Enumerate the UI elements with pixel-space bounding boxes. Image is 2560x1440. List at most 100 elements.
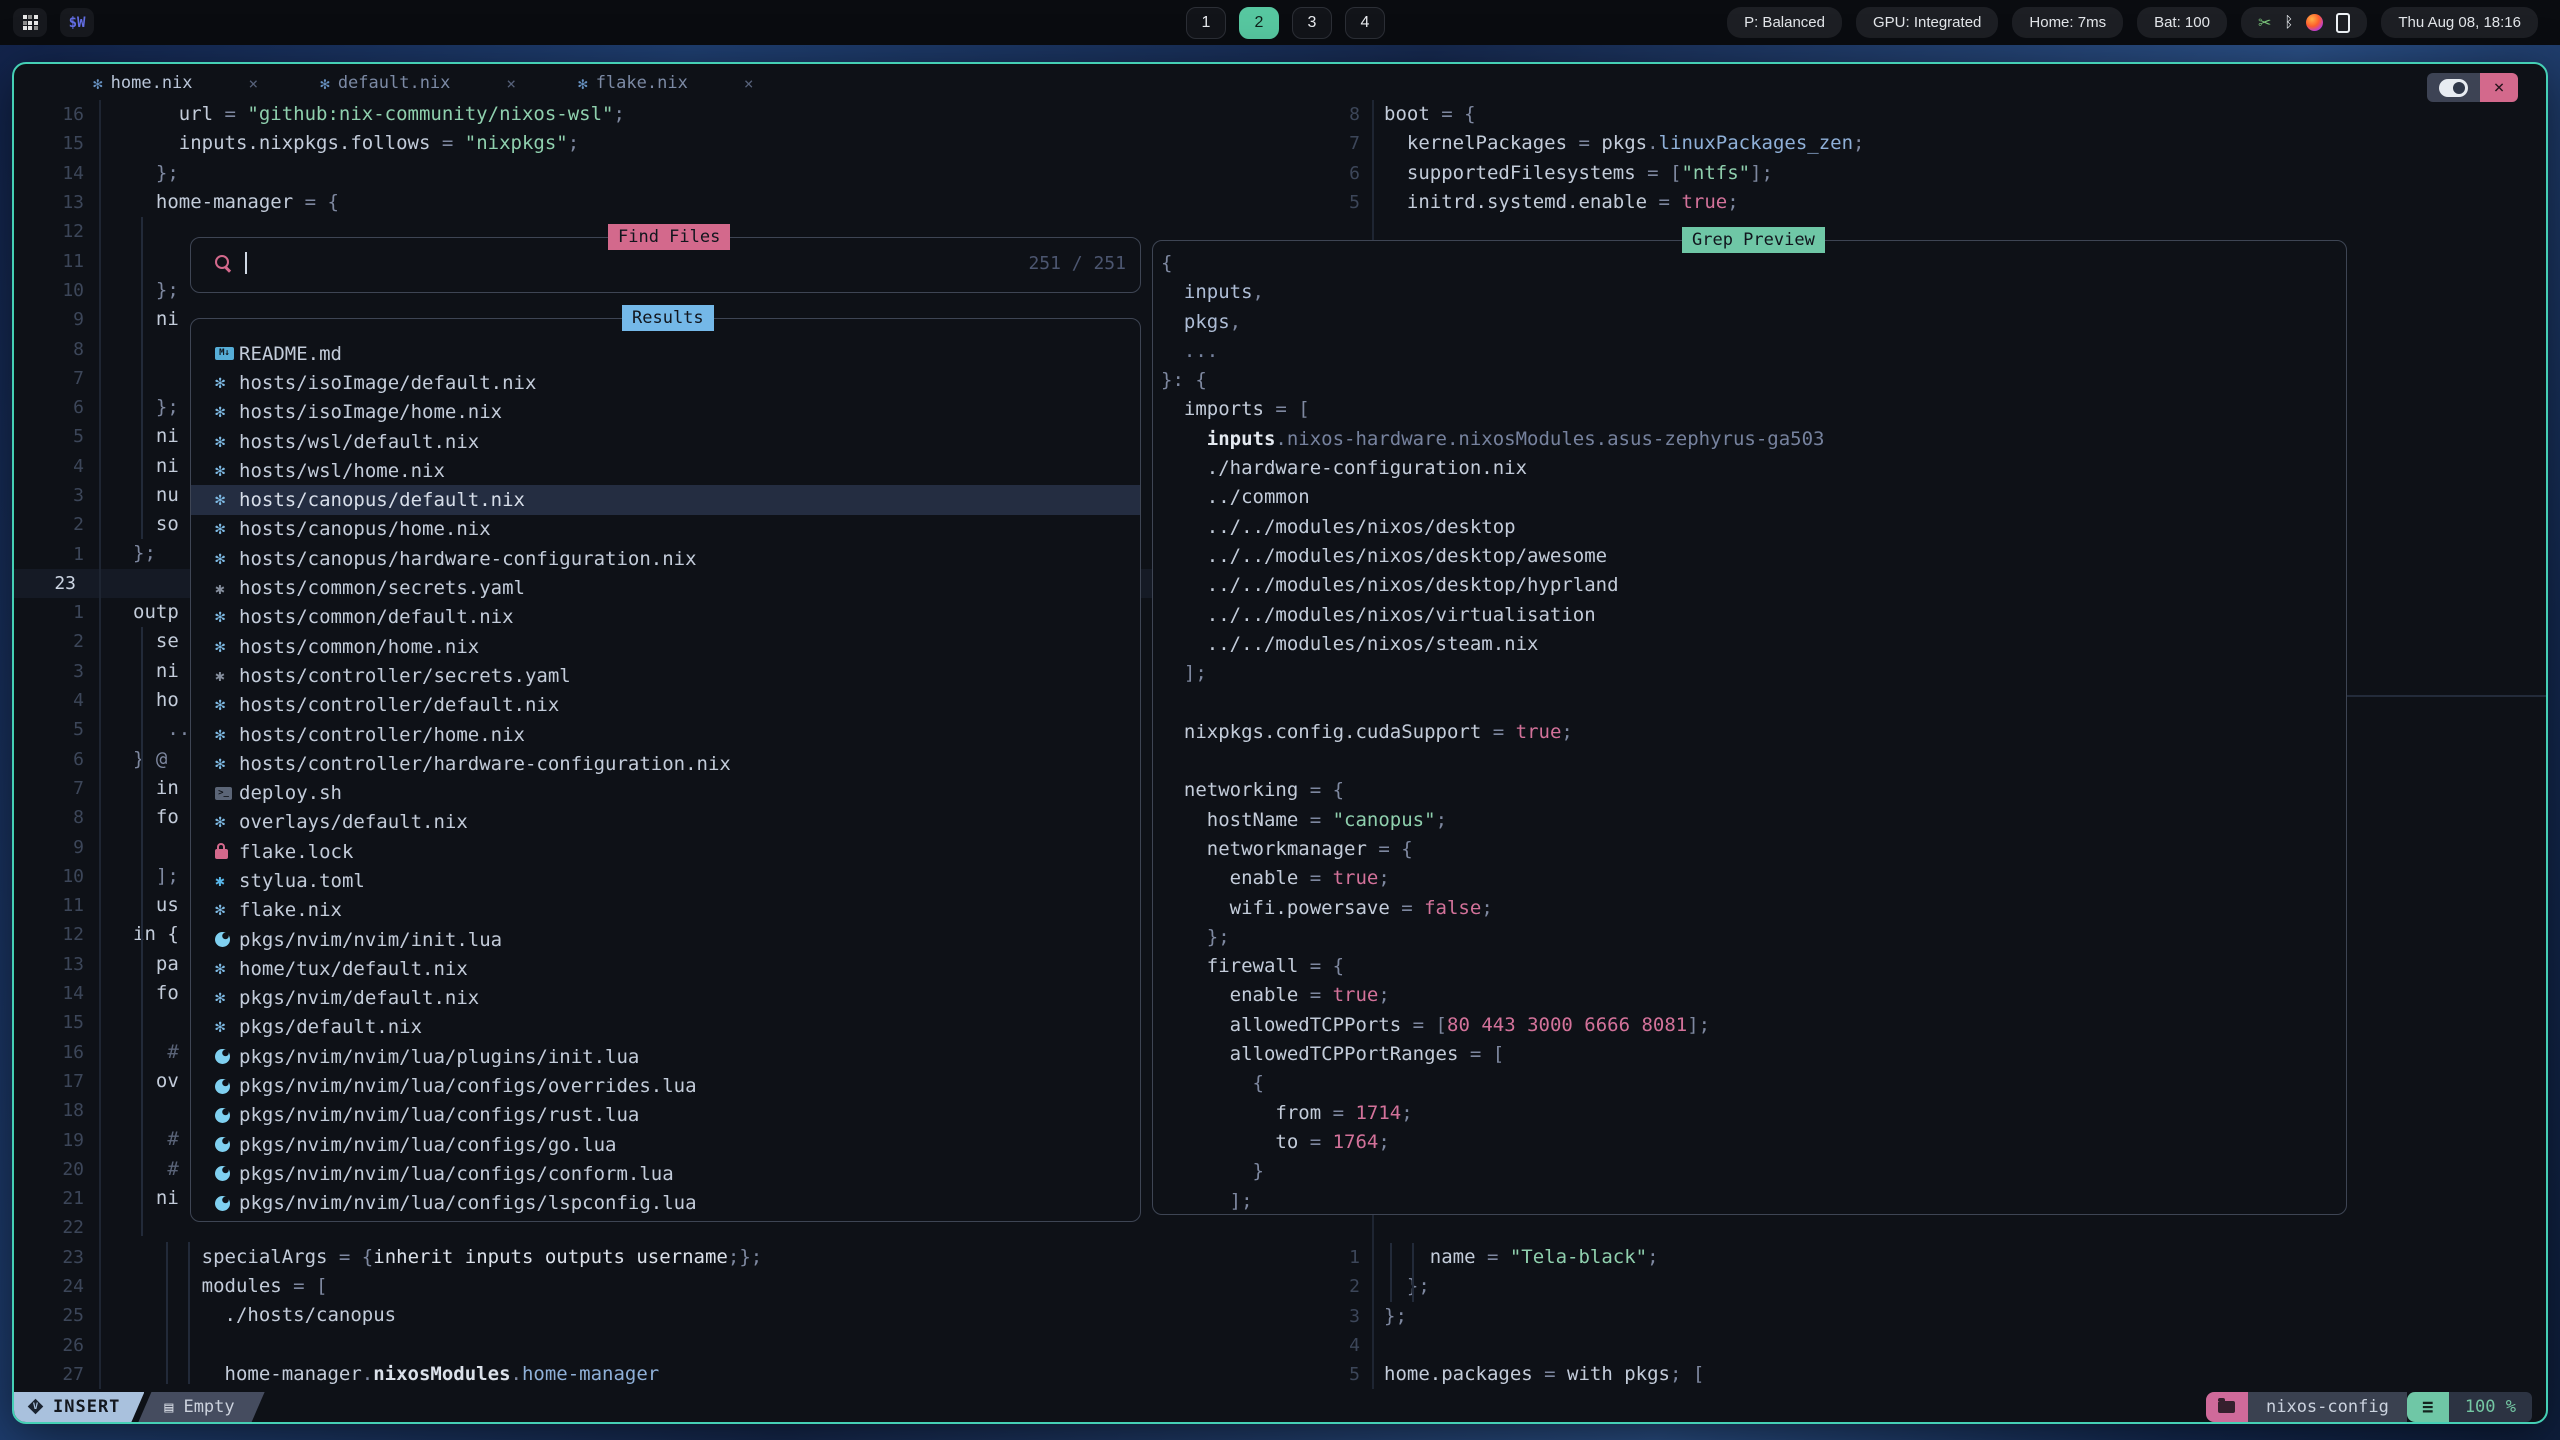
code-text: }: [1153, 1157, 1264, 1186]
file-result[interactable]: pkgs/nvim/nvim/lua/configs/lspconfig.lua: [191, 1189, 1140, 1218]
code-text: ../../modules/nixos/desktop/awesome: [1153, 542, 1607, 571]
indent-guide: [141, 217, 143, 539]
file-result[interactable]: ✻hosts/canopus/home.nix: [191, 515, 1140, 544]
file-result[interactable]: >_deploy.sh: [191, 778, 1140, 807]
line-number: 5: [1290, 192, 1360, 213]
app-launcher-button[interactable]: [13, 8, 47, 37]
logo-badge-button[interactable]: $W: [60, 8, 94, 37]
tab-flake.nix[interactable]: ✻flake.nix×: [578, 73, 753, 93]
file-result-label: overlays/default.nix: [239, 811, 468, 833]
network-icon[interactable]: ✂: [2258, 13, 2271, 33]
file-result-label: hosts/controller/home.nix: [239, 724, 525, 746]
preview-line: inputs.nixos-hardware.nixosModules.asus-…: [1153, 425, 2346, 454]
tab-default.nix[interactable]: ✻default.nix×: [320, 73, 516, 93]
file-result[interactable]: ✻hosts/wsl/home.nix: [191, 456, 1140, 485]
workspace-button-1[interactable]: 1: [1186, 7, 1226, 39]
file-result-label: pkgs/nvim/default.nix: [239, 987, 479, 1009]
preview-line: ...: [1153, 337, 2346, 366]
nix-file-icon: ✻: [215, 1017, 239, 1037]
yaml-file-icon: ✱: [215, 579, 239, 598]
file-result[interactable]: ✻flake.nix: [191, 896, 1140, 925]
tab-home.nix[interactable]: ✻home.nix×: [93, 73, 258, 93]
file-result[interactable]: ✻hosts/controller/home.nix: [191, 720, 1140, 749]
line-number: 7: [1290, 133, 1360, 154]
project-folder-segment: [2206, 1392, 2248, 1422]
right-editor-pane-bottom[interactable]: 1 name = "Tela-black";2 };3};45home.pack…: [1290, 1243, 2546, 1389]
find-files-input[interactable]: [215, 252, 247, 274]
file-result[interactable]: ✻hosts/common/default.nix: [191, 603, 1140, 632]
file-result[interactable]: ✻hosts/controller/default.nix: [191, 691, 1140, 720]
window-close-button[interactable]: ×: [2480, 73, 2518, 102]
file-result[interactable]: pkgs/nvim/nvim/init.lua: [191, 925, 1140, 954]
file-result[interactable]: ✻overlays/default.nix: [191, 808, 1140, 837]
color-orb-icon[interactable]: [2306, 14, 2323, 31]
line-number: 1: [1290, 1247, 1360, 1268]
clock: Thu Aug 08, 18:16: [2381, 7, 2538, 38]
nix-file-icon: ✻: [215, 373, 239, 393]
file-result[interactable]: pkgs/nvim/nvim/lua/configs/conform.lua: [191, 1159, 1140, 1188]
line-number: 11: [14, 251, 84, 272]
folder-icon: [2218, 1401, 2235, 1413]
code-text: home.packages = with pkgs; [: [1360, 1360, 1704, 1389]
file-result[interactable]: ✻home/tux/default.nix: [191, 954, 1140, 983]
line-number: 11: [14, 895, 84, 916]
workspace-button-4[interactable]: 4: [1345, 7, 1385, 39]
code-text: nixpkgs.config.cudaSupport = true;: [1153, 718, 1573, 747]
file-result[interactable]: ✱stylua.toml: [191, 866, 1140, 895]
file-result[interactable]: ✻pkgs/default.nix: [191, 1013, 1140, 1042]
mode-label: INSERT: [53, 1397, 120, 1417]
results-list: M↓README.md✻hosts/isoImage/default.nix✻h…: [191, 339, 1140, 1218]
tab-close-icon[interactable]: ×: [506, 74, 516, 93]
file-result[interactable]: pkgs/nvim/nvim/lua/configs/rust.lua: [191, 1101, 1140, 1130]
file-result-label: hosts/isoImage/home.nix: [239, 401, 502, 423]
nix-snowflake-icon: ✻: [320, 74, 330, 93]
code-line: 5 initrd.systemd.enable = true;: [1290, 188, 2546, 217]
window-toggle-button[interactable]: [2427, 73, 2480, 102]
text-cursor: [245, 252, 247, 274]
workspace-button-2[interactable]: 2: [1239, 7, 1279, 39]
tab-close-icon[interactable]: ×: [249, 74, 259, 93]
nix-file-icon: ✻: [215, 754, 239, 774]
file-result-label: stylua.toml: [239, 870, 365, 892]
file-result[interactable]: ✻hosts/canopus/hardware-configuration.ni…: [191, 544, 1140, 573]
document-icon: ▤: [164, 1398, 173, 1416]
line-number: 1: [14, 544, 84, 565]
bluetooth-icon[interactable]: ᛒ: [2284, 14, 2293, 31]
file-result[interactable]: ✱hosts/controller/secrets.yaml: [191, 661, 1140, 690]
line-number: 23: [14, 1247, 84, 1268]
file-result[interactable]: ✻hosts/isoImage/default.nix: [191, 368, 1140, 397]
tab-close-icon[interactable]: ×: [744, 74, 754, 93]
phone-icon[interactable]: [2336, 13, 2350, 33]
preview-line: firewall = {: [1153, 952, 2346, 981]
file-result[interactable]: ✻pkgs/nvim/default.nix: [191, 984, 1140, 1013]
preview-line: wifi.powersave = false;: [1153, 894, 2346, 923]
nix-file-icon: ✻: [215, 637, 239, 657]
file-state-label: Empty: [183, 1397, 234, 1417]
code-text: {: [1153, 1069, 1264, 1098]
file-result[interactable]: pkgs/nvim/nvim/lua/configs/overrides.lua: [191, 1071, 1140, 1100]
code-text: networking = {: [1153, 776, 1344, 805]
file-result[interactable]: ✻hosts/controller/hardware-configuration…: [191, 749, 1140, 778]
file-result[interactable]: pkgs/nvim/nvim/lua/configs/go.lua: [191, 1130, 1140, 1159]
file-result-label: hosts/controller/hardware-configuration.…: [239, 753, 731, 775]
gutter-separator-left: [99, 100, 101, 1389]
preview-line: pkgs,: [1153, 308, 2346, 337]
file-result[interactable]: flake.lock: [191, 837, 1140, 866]
lua-file-icon: [215, 1196, 239, 1211]
file-result[interactable]: ✻hosts/isoImage/home.nix: [191, 398, 1140, 427]
file-result[interactable]: M↓README.md: [191, 339, 1140, 368]
file-result[interactable]: pkgs/nvim/nvim/lua/plugins/init.lua: [191, 1042, 1140, 1071]
file-result-label: pkgs/nvim/nvim/lua/configs/rust.lua: [239, 1104, 639, 1126]
workspace-button-3[interactable]: 3: [1292, 7, 1332, 39]
code-text: name = "Tela-black";: [1360, 1243, 1659, 1272]
file-result[interactable]: ✱hosts/common/secrets.yaml: [191, 573, 1140, 602]
file-result[interactable]: ✻hosts/common/home.nix: [191, 632, 1140, 661]
code-text: ../../modules/nixos/desktop: [1153, 513, 1516, 542]
tab-label: home.nix: [111, 73, 193, 93]
right-editor-pane-top[interactable]: 8boot = {7 kernelPackages = pkgs.linuxPa…: [1290, 100, 2546, 217]
nix-file-icon: ✻: [215, 900, 239, 920]
file-result[interactable]: ✻hosts/wsl/default.nix: [191, 427, 1140, 456]
nix-file-icon: ✻: [215, 812, 239, 832]
file-result[interactable]: ✻hosts/canopus/default.nix: [191, 485, 1140, 514]
line-number: 2: [14, 631, 84, 652]
